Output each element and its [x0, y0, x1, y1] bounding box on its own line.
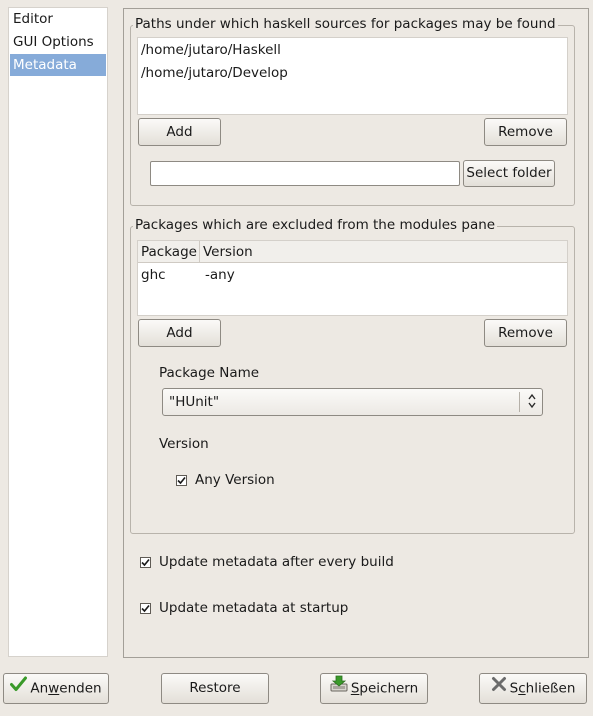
list-item[interactable]: /home/jutaro/Develop: [141, 62, 288, 84]
restore-button[interactable]: Restore: [161, 673, 269, 704]
any-version-checkbox[interactable]: [176, 475, 187, 486]
select-folder-button[interactable]: Select folder: [463, 160, 555, 187]
update-at-startup-label[interactable]: Update metadata at startup: [159, 599, 348, 617]
package-name-value: "HUnit": [169, 394, 220, 410]
close-label-mnemonic: c: [518, 680, 526, 697]
apply-label-pre: An: [30, 680, 49, 697]
paths-remove-button[interactable]: Remove: [484, 118, 567, 146]
column-header-package[interactable]: Package: [138, 241, 200, 263]
close-label-post: hließen: [525, 680, 576, 697]
paths-add-button[interactable]: Add: [138, 118, 221, 146]
save-label-post: peichern: [359, 680, 419, 697]
apply-button[interactable]: Anwenden: [3, 673, 109, 704]
excluded-add-button[interactable]: Add: [138, 319, 221, 347]
update-after-build-label[interactable]: Update metadata after every build: [159, 553, 394, 571]
checkmark-icon: [141, 604, 150, 613]
apply-label-mnemonic: w: [48, 680, 60, 697]
update-at-startup-checkbox[interactable]: [140, 603, 151, 614]
checkmark-icon: [177, 476, 186, 485]
package-name-combo[interactable]: "HUnit": [162, 388, 543, 416]
excluded-packages-table[interactable]: Package Version ghc -any: [137, 240, 568, 316]
apply-label-post: enden: [59, 680, 102, 697]
close-button[interactable]: Schließen: [479, 673, 587, 704]
combo-updown-icon: [527, 392, 537, 419]
combo-divider: [519, 392, 520, 412]
excluded-remove-button[interactable]: Remove: [484, 319, 567, 347]
sidebar-item-gui-options[interactable]: GUI Options: [10, 31, 106, 53]
folder-path-input[interactable]: [150, 161, 460, 186]
close-label-pre: S: [509, 680, 519, 697]
sidebar-item-label: Metadata: [13, 57, 77, 73]
sidebar-item-label: GUI Options: [13, 34, 94, 50]
close-icon: [491, 674, 507, 703]
paths-frame-title: Paths under which haskell sources for pa…: [133, 15, 558, 33]
checkmark-icon: [141, 558, 150, 567]
sidebar-item-metadata[interactable]: Metadata: [10, 54, 106, 76]
save-button[interactable]: Speichern: [320, 673, 428, 704]
check-icon: [10, 674, 28, 703]
save-icon: [330, 674, 348, 703]
version-cell: -any: [205, 267, 235, 283]
sidebar-item-editor[interactable]: Editor: [10, 8, 106, 30]
sidebar-item-label: Editor: [13, 11, 53, 27]
update-after-build-checkbox[interactable]: [140, 557, 151, 568]
paths-list[interactable]: /home/jutaro/Haskell /home/jutaro/Develo…: [137, 37, 568, 115]
package-cell: ghc: [141, 267, 166, 283]
column-header-version[interactable]: Version: [200, 241, 567, 263]
version-label: Version: [159, 436, 209, 452]
list-item[interactable]: /home/jutaro/Haskell: [141, 39, 281, 61]
excluded-frame-title: Packages which are excluded from the mod…: [133, 216, 498, 234]
any-version-label[interactable]: Any Version: [195, 471, 275, 489]
package-name-label: Package Name: [159, 365, 260, 381]
category-sidebar[interactable]: Editor GUI Options Metadata: [8, 7, 108, 657]
